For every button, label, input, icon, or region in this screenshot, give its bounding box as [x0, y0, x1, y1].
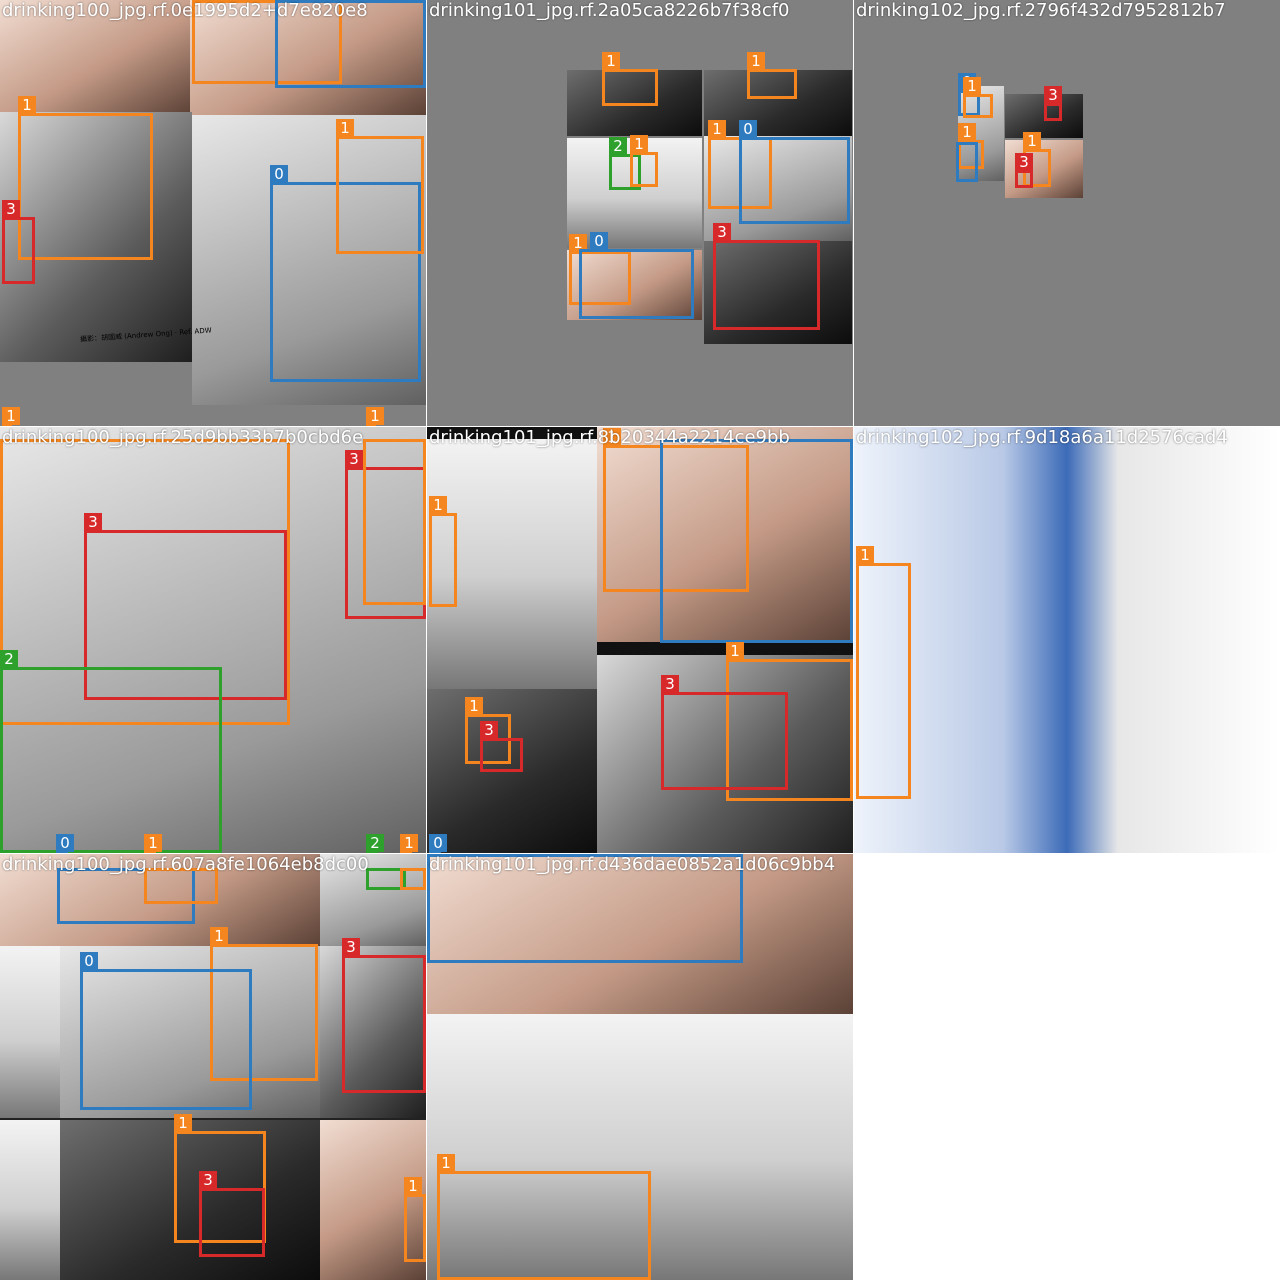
class-tag: 3 — [84, 513, 102, 531]
class-tag: 3 — [661, 675, 679, 693]
detection-box: 2 — [0, 650, 222, 853]
class-tag: 1 — [174, 1114, 192, 1132]
detection-box: 1 — [437, 1154, 651, 1280]
detection-box — [660, 439, 853, 643]
detection-box: 0 — [739, 120, 850, 224]
detection-box: 3 — [2, 200, 35, 284]
class-tag: 2 — [366, 834, 384, 852]
detection-box: 1 — [747, 52, 797, 99]
detection-box: 0 — [80, 952, 252, 1110]
tile-filename: drinking100_jpg.rf.0e1995d2+d7e820e8 — [2, 0, 368, 21]
class-tag: 1 — [18, 96, 36, 114]
detection-box: 1 — [429, 496, 457, 607]
detection-box: 1 — [404, 1177, 426, 1262]
class-tag: 1 — [963, 77, 981, 95]
tile-filename: drinking102_jpg.rf.9d18a6a11d2576cad4 — [856, 427, 1228, 448]
detection-box: 1 — [963, 77, 993, 118]
tile-filename: drinking100_jpg.rf.25d9bb33b7b0cbd6e — [2, 427, 364, 448]
class-tag: 1 — [630, 135, 648, 153]
class-tag: 3 — [199, 1171, 217, 1189]
class-tag: 3 — [342, 938, 360, 956]
detection-box: 1 — [336, 119, 424, 254]
class-tag: 3 — [713, 223, 731, 241]
detection-box: 3 — [1044, 86, 1062, 121]
class-tag: 3 — [2, 200, 20, 218]
mosaic-tile: 3 3 2 0 1 2 1 drinking100_jpg.rf.25d9bb3… — [0, 427, 426, 853]
class-tag: 0 — [739, 120, 757, 138]
class-tag: 0 — [429, 834, 447, 852]
tile-photo — [854, 427, 1280, 853]
class-tag: 1 — [856, 546, 874, 564]
class-tag: 0 — [56, 834, 74, 852]
tile-filename: drinking100_jpg.rf.607a8fe1064eb8dc00 — [2, 854, 369, 875]
mosaic-tile: 攝影：胡國威 (Andrew Ong) · Ref. ADW 1 3 0 1 1… — [0, 0, 426, 426]
tile-filename: drinking101_jpg.rf.d436dae0852a1d06c9bb4 — [429, 854, 836, 875]
mosaic-tile: 1 drinking102_jpg.rf.9d18a6a11d2576cad4 — [854, 427, 1280, 853]
class-tag: 2 — [609, 137, 627, 155]
detection-box — [400, 868, 426, 890]
detection-box: 1 — [856, 546, 911, 799]
class-tag: 1 — [465, 697, 483, 715]
detection-box: 1 — [144, 834, 162, 853]
class-tag: 0 — [590, 232, 608, 250]
class-tag: 1 — [958, 123, 976, 141]
class-tag: 1 — [602, 52, 620, 70]
detection-box: 3 — [480, 721, 523, 772]
class-tag: 1 — [2, 407, 20, 425]
mosaic-tile: 1 0 3 1 3 1 drinking100_jpg.rf.607a8fe10… — [0, 854, 426, 1280]
detection-box: 3 — [342, 938, 426, 1093]
class-tag: 1 — [708, 120, 726, 138]
class-tag: 3 — [480, 721, 498, 739]
mosaic-grid: 攝影：胡國威 (Andrew Ong) · Ref. ADW 1 3 0 1 1… — [0, 0, 1280, 1280]
detection-box: 1 — [602, 52, 658, 106]
class-tag: 1 — [404, 1177, 422, 1195]
mosaic-tile: 1 drinking101_jpg.rf.d436dae0852a1d06c9b… — [427, 854, 853, 1280]
class-tag: 3 — [1044, 86, 1062, 104]
detection-box: 0 — [56, 834, 74, 853]
tile-photo — [0, 946, 60, 1118]
class-tag: 0 — [80, 952, 98, 970]
class-tag: 1 — [400, 834, 418, 852]
mosaic-tile: 0 1 3 1 1 3 drinking102_jpg.rf.2796f432d… — [854, 0, 1280, 426]
tile-filename: drinking101_jpg.rf.8b20344a2214ce9bb — [429, 427, 790, 448]
detection-box: 1 — [630, 135, 658, 187]
class-tag: 0 — [270, 165, 288, 183]
detection-box: 3 — [199, 1171, 265, 1257]
detection-box: 3 — [1015, 153, 1033, 188]
mosaic-tile: 1 1 2 1 1 0 1 0 3 drinking101_jpg.rf.2a0… — [427, 0, 853, 426]
class-tag: 3 — [1015, 153, 1033, 171]
detection-box: 1 — [400, 834, 418, 853]
class-tag: 1 — [429, 496, 447, 514]
class-tag: 2 — [0, 650, 18, 668]
class-tag: 1 — [1023, 132, 1041, 150]
class-tag: 1 — [726, 642, 744, 660]
detection-box: 3 — [661, 675, 788, 790]
tile-photo — [0, 1120, 60, 1280]
class-tag: 3 — [345, 450, 363, 468]
class-tag: 1 — [366, 407, 384, 425]
detection-box: 1 — [366, 407, 384, 426]
detection-box: 3 — [713, 223, 820, 330]
detection-box — [956, 142, 978, 182]
detection-box — [363, 439, 426, 605]
class-tag: 1 — [144, 834, 162, 852]
tile-filename: drinking101_jpg.rf.2a05ca8226b7f38cf0 — [429, 0, 790, 21]
detection-box: 2 — [366, 834, 384, 853]
mosaic-tile: 1 1 1 3 1 3 0 drinking101_jpg.rf.8b20344… — [427, 427, 853, 853]
tile-filename: drinking102_jpg.rf.2796f432d7952812b7 — [856, 0, 1226, 21]
detection-box: 0 — [579, 232, 694, 319]
detection-box: 1 — [2, 407, 20, 426]
detection-box: 1 — [18, 96, 153, 260]
class-tag: 1 — [437, 1154, 455, 1172]
class-tag: 1 — [210, 927, 228, 945]
class-tag: 1 — [747, 52, 765, 70]
class-tag: 1 — [336, 119, 354, 137]
detection-box: 0 — [429, 834, 447, 853]
